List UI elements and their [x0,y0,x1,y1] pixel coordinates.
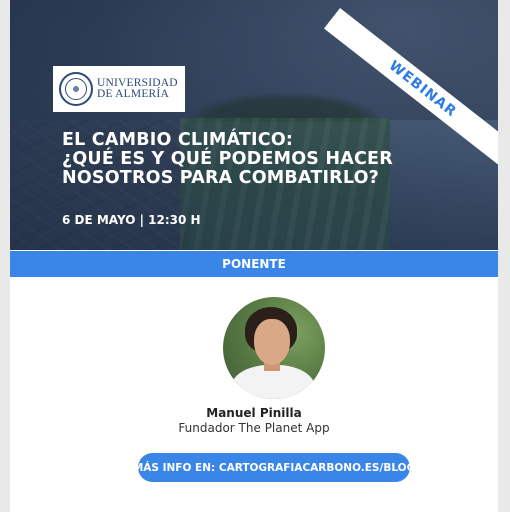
hero-banner: UNIVERSIDAD DE ALMERÍA WEBINAR EL CAMBIO… [10,0,498,250]
speaker-avatar [223,297,325,399]
webinar-title: EL CAMBIO CLIMÁTICO: ¿QUÉ ES Y QUÉ PODEM… [62,130,393,188]
seal-emblem [65,78,87,100]
avatar-face [254,319,290,365]
speaker-role: Fundador The Planet App [178,421,330,435]
university-logo: UNIVERSIDAD DE ALMERÍA [53,66,185,112]
section-bar-ponente: PONENTE [10,251,498,277]
title-line-3: NOSOTROS PARA COMBATIRLO? [62,168,380,188]
speaker-name: Manuel Pinilla [206,406,302,420]
title-line-2: ¿QUÉ ES Y QUÉ PODEMOS HACER [62,149,393,169]
title-line-1: EL CAMBIO CLIMÁTICO: [62,130,294,150]
date-time: 6 DE MAYO | 12:30 H [62,213,201,227]
logo-line-2: DE ALMERÍA [97,88,169,100]
more-info-button[interactable]: MÁS INFO EN: CARTOGRAFIACARBONO.ES/BLOG [133,453,415,482]
webinar-card: UNIVERSIDAD DE ALMERÍA WEBINAR EL CAMBIO… [10,0,498,512]
university-seal-icon [59,72,93,106]
section-label: PONENTE [222,257,286,271]
university-logo-text: UNIVERSIDAD DE ALMERÍA [97,77,178,100]
more-info-label: MÁS INFO EN: CARTOGRAFIACARBONO.ES/BLOG [132,461,416,474]
